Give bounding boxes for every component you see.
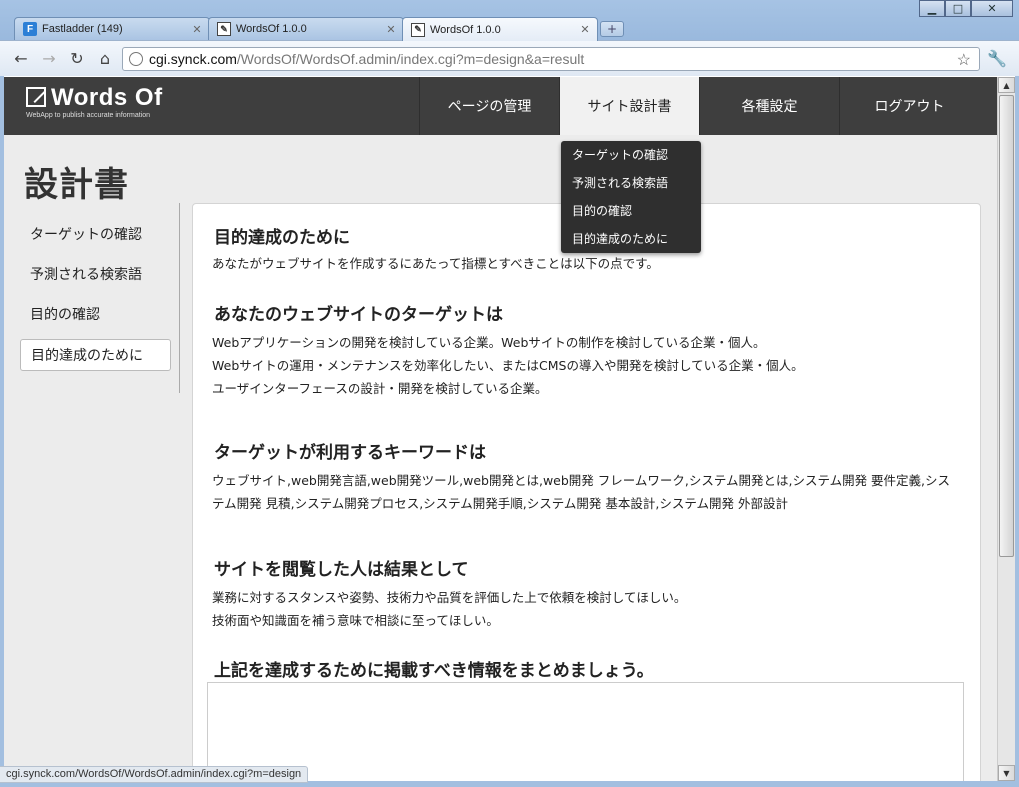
tab-wordsof-active[interactable]: ✎ WordsOf 1.0.0 ✕ <box>402 17 598 41</box>
tab-title: WordsOf 1.0.0 <box>236 23 307 35</box>
url-path: /WordsOf/WordsOf.admin/index.cgi?m=desig… <box>236 51 585 67</box>
page-title: 設計書 <box>24 165 129 205</box>
close-icon[interactable]: ✕ <box>189 23 205 36</box>
app-header: Words Of WebApp to publish accurate info… <box>4 77 997 135</box>
section-text-line: 業務に対するスタンスや姿勢、技術力や品質を評価した上で依頼を検討してほしい。 <box>212 590 687 605</box>
window-frame-right <box>1015 76 1019 781</box>
logo-name: Words Of <box>51 84 163 111</box>
star-icon[interactable]: ☆ <box>957 50 971 70</box>
close-icon[interactable]: ✕ <box>383 23 399 36</box>
page-viewport: Words Of WebApp to publish accurate info… <box>4 77 997 781</box>
nav-page-management[interactable]: ページの管理 <box>419 77 559 135</box>
section-heading: あなたのウェブサイトのターゲットは <box>214 305 503 325</box>
sidebar-item-purpose[interactable]: 目的の確認 <box>20 299 171 331</box>
dropdown-item-target[interactable]: ターゲットの確認 <box>561 145 701 173</box>
tab-title: WordsOf 1.0.0 <box>430 23 501 36</box>
close-window-icon[interactable]: ✕ <box>971 0 1013 17</box>
section-text-line: Webサイトの運用・メンテナンスを効率化したい、またはCMSの導入や開発を検討し… <box>212 358 804 373</box>
side-nav: ターゲットの確認 予測される検索語 目的の確認 目的達成のために <box>20 203 180 393</box>
wrench-icon[interactable]: 🔧 <box>987 49 1007 68</box>
section-text-line: 技術面や知識面を補う意味で相談に至ってほしい。 <box>212 613 499 628</box>
scroll-down-icon[interactable]: ▼ <box>998 765 1015 781</box>
dropdown-item-achievement[interactable]: 目的達成のために <box>561 229 701 257</box>
tab-title: Fastladder (149) <box>42 23 123 35</box>
section-text-line: ユーザインターフェースの設計・開発を検討している企業。 <box>212 381 548 396</box>
section-text-line: Webアプリケーションの開発を検討している企業。Webサイトの制作を検討している… <box>212 335 766 350</box>
close-icon[interactable]: ✕ <box>577 23 593 36</box>
fastladder-icon: F <box>23 22 37 36</box>
address-bar[interactable]: cgi.synck.com /WordsOf/WordsOf.admin/ind… <box>122 47 980 71</box>
dropdown-item-keywords[interactable]: 予測される検索語 <box>561 173 701 201</box>
browser-toolbar: ← → ↻ ⌂ cgi.synck.com /WordsOf/WordsOf.a… <box>0 40 1019 76</box>
pen-logo-icon <box>26 87 46 107</box>
sidebar-item-keywords[interactable]: 予測される検索語 <box>20 259 171 291</box>
dropdown-item-purpose[interactable]: 目的の確認 <box>561 201 701 229</box>
nav-settings[interactable]: 各種設定 <box>699 77 839 135</box>
vertical-scrollbar[interactable]: ▲ ▼ <box>997 77 1015 781</box>
nav-site-design[interactable]: サイト設計書 <box>559 77 699 135</box>
site-design-dropdown: ターゲットの確認 予測される検索語 目的の確認 目的達成のために <box>561 141 701 253</box>
tab-wordsof-1[interactable]: ✎ WordsOf 1.0.0 ✕ <box>208 17 404 40</box>
scroll-up-icon[interactable]: ▲ <box>998 77 1015 93</box>
wordsof-logo[interactable]: Words Of WebApp to publish accurate info… <box>26 84 163 119</box>
wordsof-icon: ✎ <box>411 22 425 37</box>
section-heading: 目的達成のために <box>214 228 350 248</box>
forward-arrow-icon[interactable]: → <box>38 49 60 69</box>
url-host: cgi.synck.com <box>149 51 237 67</box>
keyword-list: ウェブサイト,web開発言語,web開発ツール,web開発とは,web開発 フレ… <box>212 473 951 511</box>
section-heading: ターゲットが利用するキーワードは <box>214 443 486 463</box>
logo-tagline: WebApp to publish accurate information <box>26 112 150 119</box>
new-tab-button[interactable]: + <box>600 21 624 37</box>
content-panel: 目的達成のために あなたがウェブサイトを作成するにあたって指標とすべきことは以下… <box>192 203 981 781</box>
section-heading: サイトを閲覧した人は結果として <box>214 560 469 580</box>
main-nav: ページの管理 サイト設計書 各種設定 ログアウト <box>419 77 979 135</box>
window-controls: ▁ □ ✕ <box>919 0 1013 17</box>
sidebar-item-achievement[interactable]: 目的達成のために <box>20 339 171 371</box>
browser-chrome: F Fastladder (149) ✕ ✎ WordsOf 1.0.0 ✕ ✎… <box>0 0 1019 76</box>
summary-textarea[interactable] <box>207 682 964 781</box>
maximize-icon[interactable]: □ <box>945 0 971 17</box>
globe-icon <box>129 52 143 66</box>
nav-logout[interactable]: ログアウト <box>839 77 979 135</box>
section-heading: 上記を達成するために掲載すべき情報をまとめましょう。 <box>214 661 654 681</box>
scroll-thumb[interactable] <box>999 95 1014 557</box>
reload-icon[interactable]: ↻ <box>66 49 88 69</box>
wordsof-icon: ✎ <box>217 22 231 36</box>
tab-fastladder[interactable]: F Fastladder (149) ✕ <box>14 17 210 40</box>
tab-strip: F Fastladder (149) ✕ ✎ WordsOf 1.0.0 ✕ ✎… <box>0 0 1019 41</box>
status-url-bubble: cgi.synck.com/WordsOf/WordsOf.admin/inde… <box>0 766 309 783</box>
minimize-icon[interactable]: ▁ <box>919 0 945 17</box>
home-icon[interactable]: ⌂ <box>94 49 116 69</box>
back-arrow-icon[interactable]: ← <box>10 49 32 69</box>
sidebar-item-target[interactable]: ターゲットの確認 <box>20 219 171 251</box>
